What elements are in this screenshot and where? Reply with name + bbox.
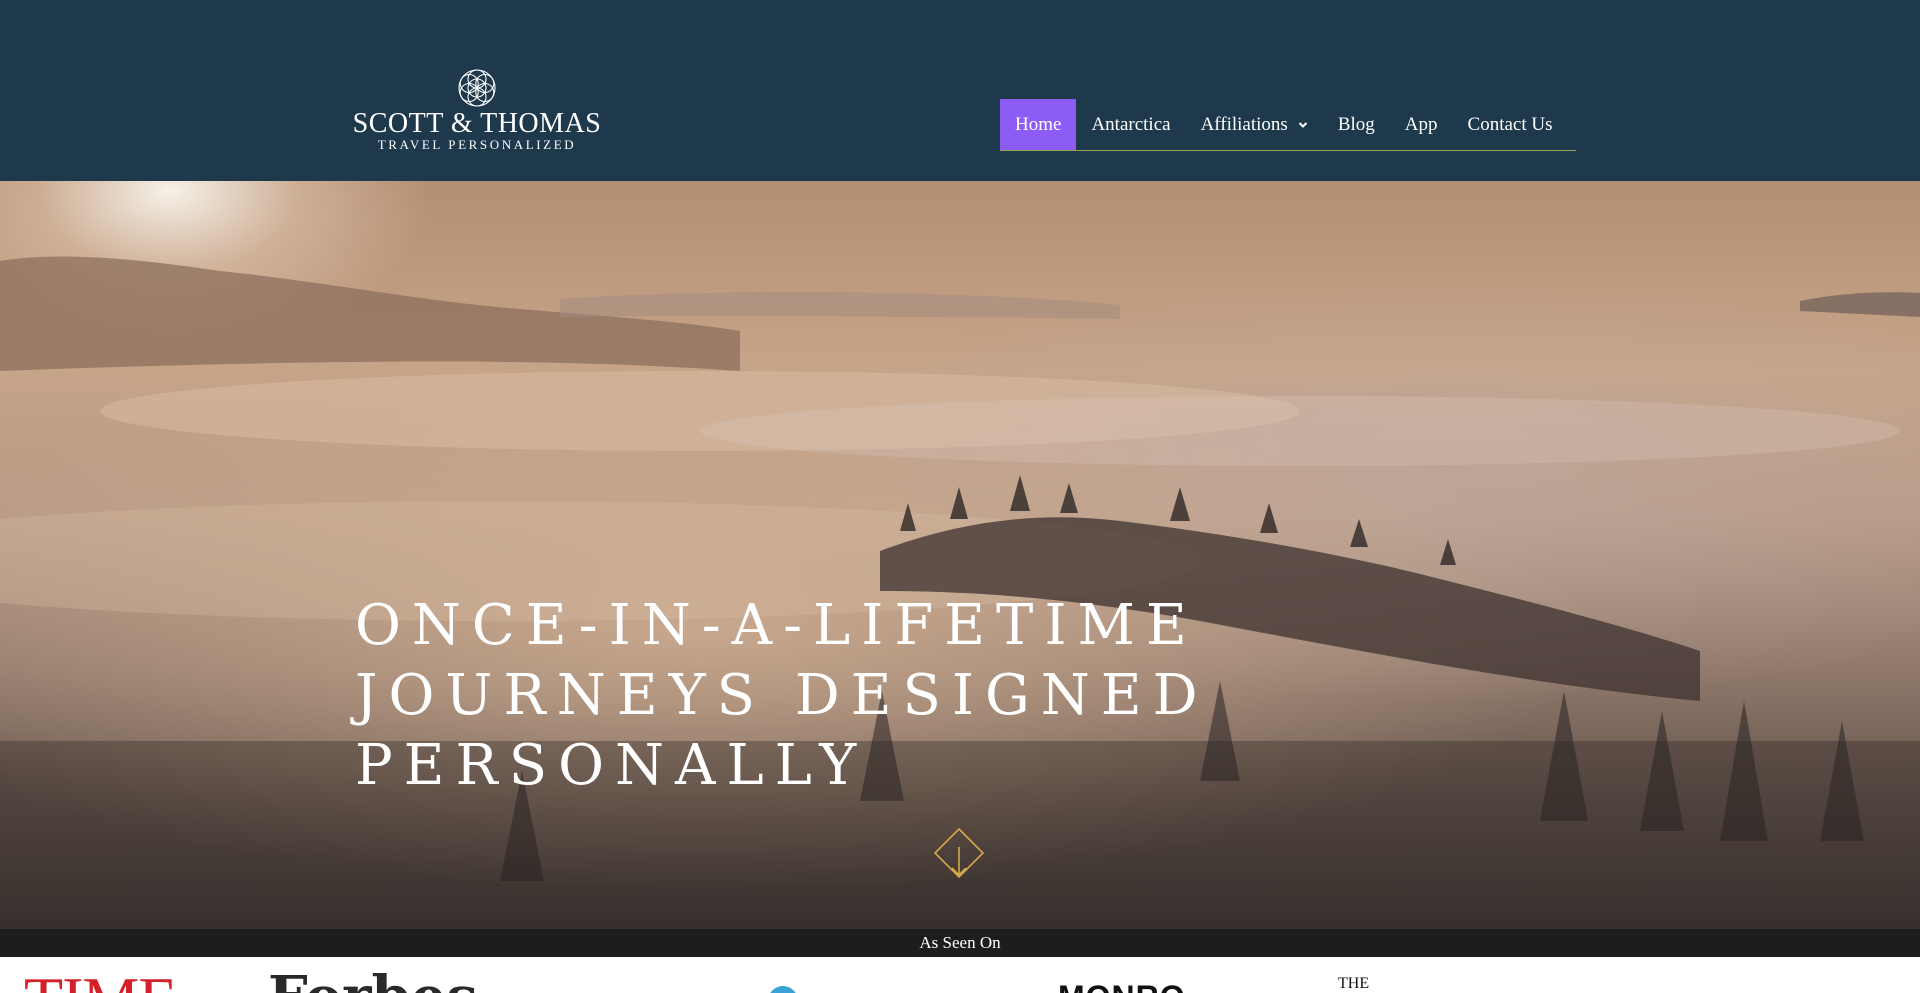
nav-item-app[interactable]: App	[1390, 99, 1453, 150]
press-logos-strip: TIME Forbes MONRO THE	[0, 957, 1920, 993]
mandala-icon	[458, 69, 496, 107]
press-logo-monro: MONRO	[1058, 979, 1186, 993]
nav-label: Contact Us	[1467, 113, 1553, 135]
nav-item-contact[interactable]: Contact Us	[1453, 99, 1568, 150]
site-logo[interactable]: SCOTT & THOMAS TRAVEL PERSONALIZED	[339, 68, 615, 154]
brand-tagline: TRAVEL PERSONALIZED	[377, 137, 577, 152]
hero-title-line: JOURNEYS DESIGNED	[355, 663, 1209, 728]
diamond-arrow-down-icon[interactable]	[933, 827, 985, 879]
nav-label: Blog	[1337, 113, 1375, 135]
press-logo-the: THE	[1338, 975, 1370, 992]
brand-name: SCOTT & THOMAS	[352, 108, 602, 139]
nav-label: Home	[1015, 113, 1062, 135]
nav-label: Antarctica	[1091, 113, 1171, 135]
chevron-down-icon	[1298, 121, 1308, 128]
nav-label: App	[1404, 113, 1438, 135]
press-logo-time: TIME	[24, 968, 177, 993]
main-nav: Home Antarctica Affiliations Blog App Co…	[1000, 99, 1576, 151]
as-seen-on-heading: As Seen On	[0, 929, 1920, 957]
press-logo-circle	[768, 986, 798, 993]
press-logo-forbes: Forbes	[268, 969, 478, 993]
hero-title-line: PERSONALLY	[355, 733, 868, 798]
hero-title: ONCE-IN-A-LIFETIME JOURNEYS DESIGNED PER…	[355, 591, 1255, 801]
nav-item-home[interactable]: Home	[1000, 99, 1077, 150]
site-header: SCOTT & THOMAS TRAVEL PERSONALIZED Home …	[0, 0, 1920, 181]
nav-item-antarctica[interactable]: Antarctica	[1076, 99, 1185, 150]
hero-background-image	[0, 256, 1920, 929]
nav-item-affiliations[interactable]: Affiliations	[1186, 99, 1323, 150]
nav-item-blog[interactable]: Blog	[1323, 99, 1390, 150]
hero-title-line: ONCE-IN-A-LIFETIME	[355, 593, 1198, 658]
hero-section: ONCE-IN-A-LIFETIME JOURNEYS DESIGNED PER…	[0, 181, 1920, 929]
nav-label: Affiliations	[1200, 113, 1288, 135]
